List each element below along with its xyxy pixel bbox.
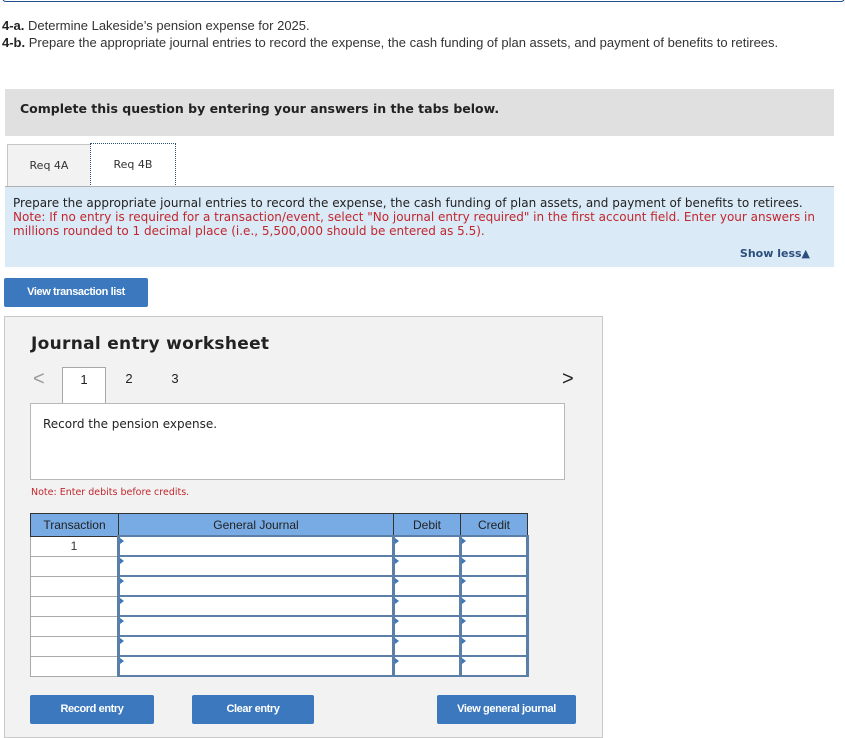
journal-table: Transaction General Journal Debit Credit…	[30, 513, 529, 677]
clear-entry-button[interactable]: Clear entry	[192, 695, 314, 724]
tab-req-4b[interactable]: Req 4B	[90, 143, 176, 187]
debits-note: Note: Enter debits before credits.	[31, 487, 190, 498]
question-part-a: 4-a. Determine Lakeside’s pension expens…	[2, 18, 310, 34]
account-select[interactable]	[117, 635, 395, 657]
view-general-journal-button[interactable]: View general journal	[437, 695, 576, 724]
account-select[interactable]	[117, 555, 395, 577]
field-marker-icon	[120, 538, 124, 544]
journal-row	[30, 595, 529, 617]
account-select[interactable]	[117, 575, 395, 597]
field-marker-icon	[120, 578, 124, 584]
journal-entry-worksheet: Journal entry worksheet < 1 2 3 > Record…	[4, 316, 603, 738]
part-a-text: Determine Lakeside’s pension expense for…	[24, 18, 310, 33]
journal-row	[30, 575, 529, 597]
credit-input[interactable]	[459, 595, 529, 617]
top-border	[2, 0, 845, 2]
debit-input[interactable]	[392, 615, 462, 637]
credit-input[interactable]	[459, 575, 529, 597]
col-general-journal: General Journal	[118, 513, 394, 537]
tab-req-4a[interactable]: Req 4A	[7, 144, 91, 187]
field-marker-icon	[120, 658, 124, 664]
field-marker-icon	[120, 598, 124, 604]
chevron-left-icon[interactable]: <	[33, 368, 45, 391]
transaction-cell	[30, 635, 119, 657]
account-select[interactable]	[117, 535, 395, 557]
journal-row	[30, 635, 529, 657]
field-marker-icon	[395, 638, 399, 644]
col-transaction: Transaction	[30, 513, 119, 537]
credit-input[interactable]	[459, 555, 529, 577]
field-marker-icon	[120, 558, 124, 564]
field-marker-icon	[395, 598, 399, 604]
field-marker-icon	[462, 538, 466, 544]
instruction-banner: Complete this question by entering your …	[5, 89, 834, 136]
journal-row	[30, 655, 529, 677]
entry-description: Record the pension expense.	[43, 417, 218, 431]
field-marker-icon	[462, 558, 466, 564]
account-select[interactable]	[117, 655, 395, 677]
page-tab-1[interactable]: 1	[62, 367, 106, 405]
col-credit: Credit	[460, 513, 528, 537]
field-marker-icon	[462, 578, 466, 584]
debit-input[interactable]	[392, 555, 462, 577]
transaction-cell	[30, 655, 119, 677]
part-b-label: 4-b.	[2, 35, 26, 50]
field-marker-icon	[120, 618, 124, 624]
field-marker-icon	[462, 618, 466, 624]
part-a-label: 4-a.	[2, 18, 25, 33]
field-marker-icon	[395, 538, 399, 544]
field-marker-icon	[395, 658, 399, 664]
record-entry-button[interactable]: Record entry	[30, 695, 154, 724]
transaction-cell	[30, 595, 119, 617]
debit-input[interactable]	[392, 655, 462, 677]
field-marker-icon	[462, 658, 466, 664]
worksheet-title: Journal entry worksheet	[31, 334, 270, 354]
question-part-b: 4-b. Prepare the appropriate journal ent…	[2, 35, 812, 51]
view-transaction-list-button[interactable]: View transaction list	[4, 278, 148, 307]
credit-input[interactable]	[459, 655, 529, 677]
debit-input[interactable]	[392, 635, 462, 657]
journal-row: 1	[30, 535, 529, 557]
credit-input[interactable]	[459, 535, 529, 557]
show-less-link[interactable]: Show less▲	[740, 247, 810, 261]
instructions-text: Prepare the appropriate journal entries …	[13, 196, 803, 210]
transaction-cell	[30, 615, 119, 637]
debit-input[interactable]	[392, 575, 462, 597]
account-select[interactable]	[117, 615, 395, 637]
transaction-cell	[30, 555, 119, 577]
debit-input[interactable]	[392, 535, 462, 557]
page-tab-2[interactable]: 2	[108, 367, 150, 405]
transaction-cell: 1	[30, 535, 119, 557]
chevron-right-icon[interactable]: >	[562, 368, 574, 391]
page-tab-3[interactable]: 3	[154, 367, 196, 405]
banner-text: Complete this question by entering your …	[20, 101, 500, 116]
credit-input[interactable]	[459, 635, 529, 657]
field-marker-icon	[395, 618, 399, 624]
entry-description-box: Record the pension expense.	[30, 403, 565, 480]
journal-row	[30, 615, 529, 637]
instructions-panel: Prepare the appropriate journal entries …	[5, 187, 834, 267]
col-debit: Debit	[393, 513, 461, 537]
account-select[interactable]	[117, 595, 395, 617]
journal-row	[30, 555, 529, 577]
journal-header-row: Transaction General Journal Debit Credit	[30, 513, 528, 537]
debit-input[interactable]	[392, 595, 462, 617]
field-marker-icon	[120, 638, 124, 644]
transaction-cell	[30, 575, 119, 597]
field-marker-icon	[462, 598, 466, 604]
field-marker-icon	[462, 638, 466, 644]
part-b-text: Prepare the appropriate journal entries …	[25, 35, 779, 50]
credit-input[interactable]	[459, 615, 529, 637]
field-marker-icon	[395, 578, 399, 584]
instructions-note: Note: If no entry is required for a tran…	[13, 210, 815, 238]
field-marker-icon	[395, 558, 399, 564]
